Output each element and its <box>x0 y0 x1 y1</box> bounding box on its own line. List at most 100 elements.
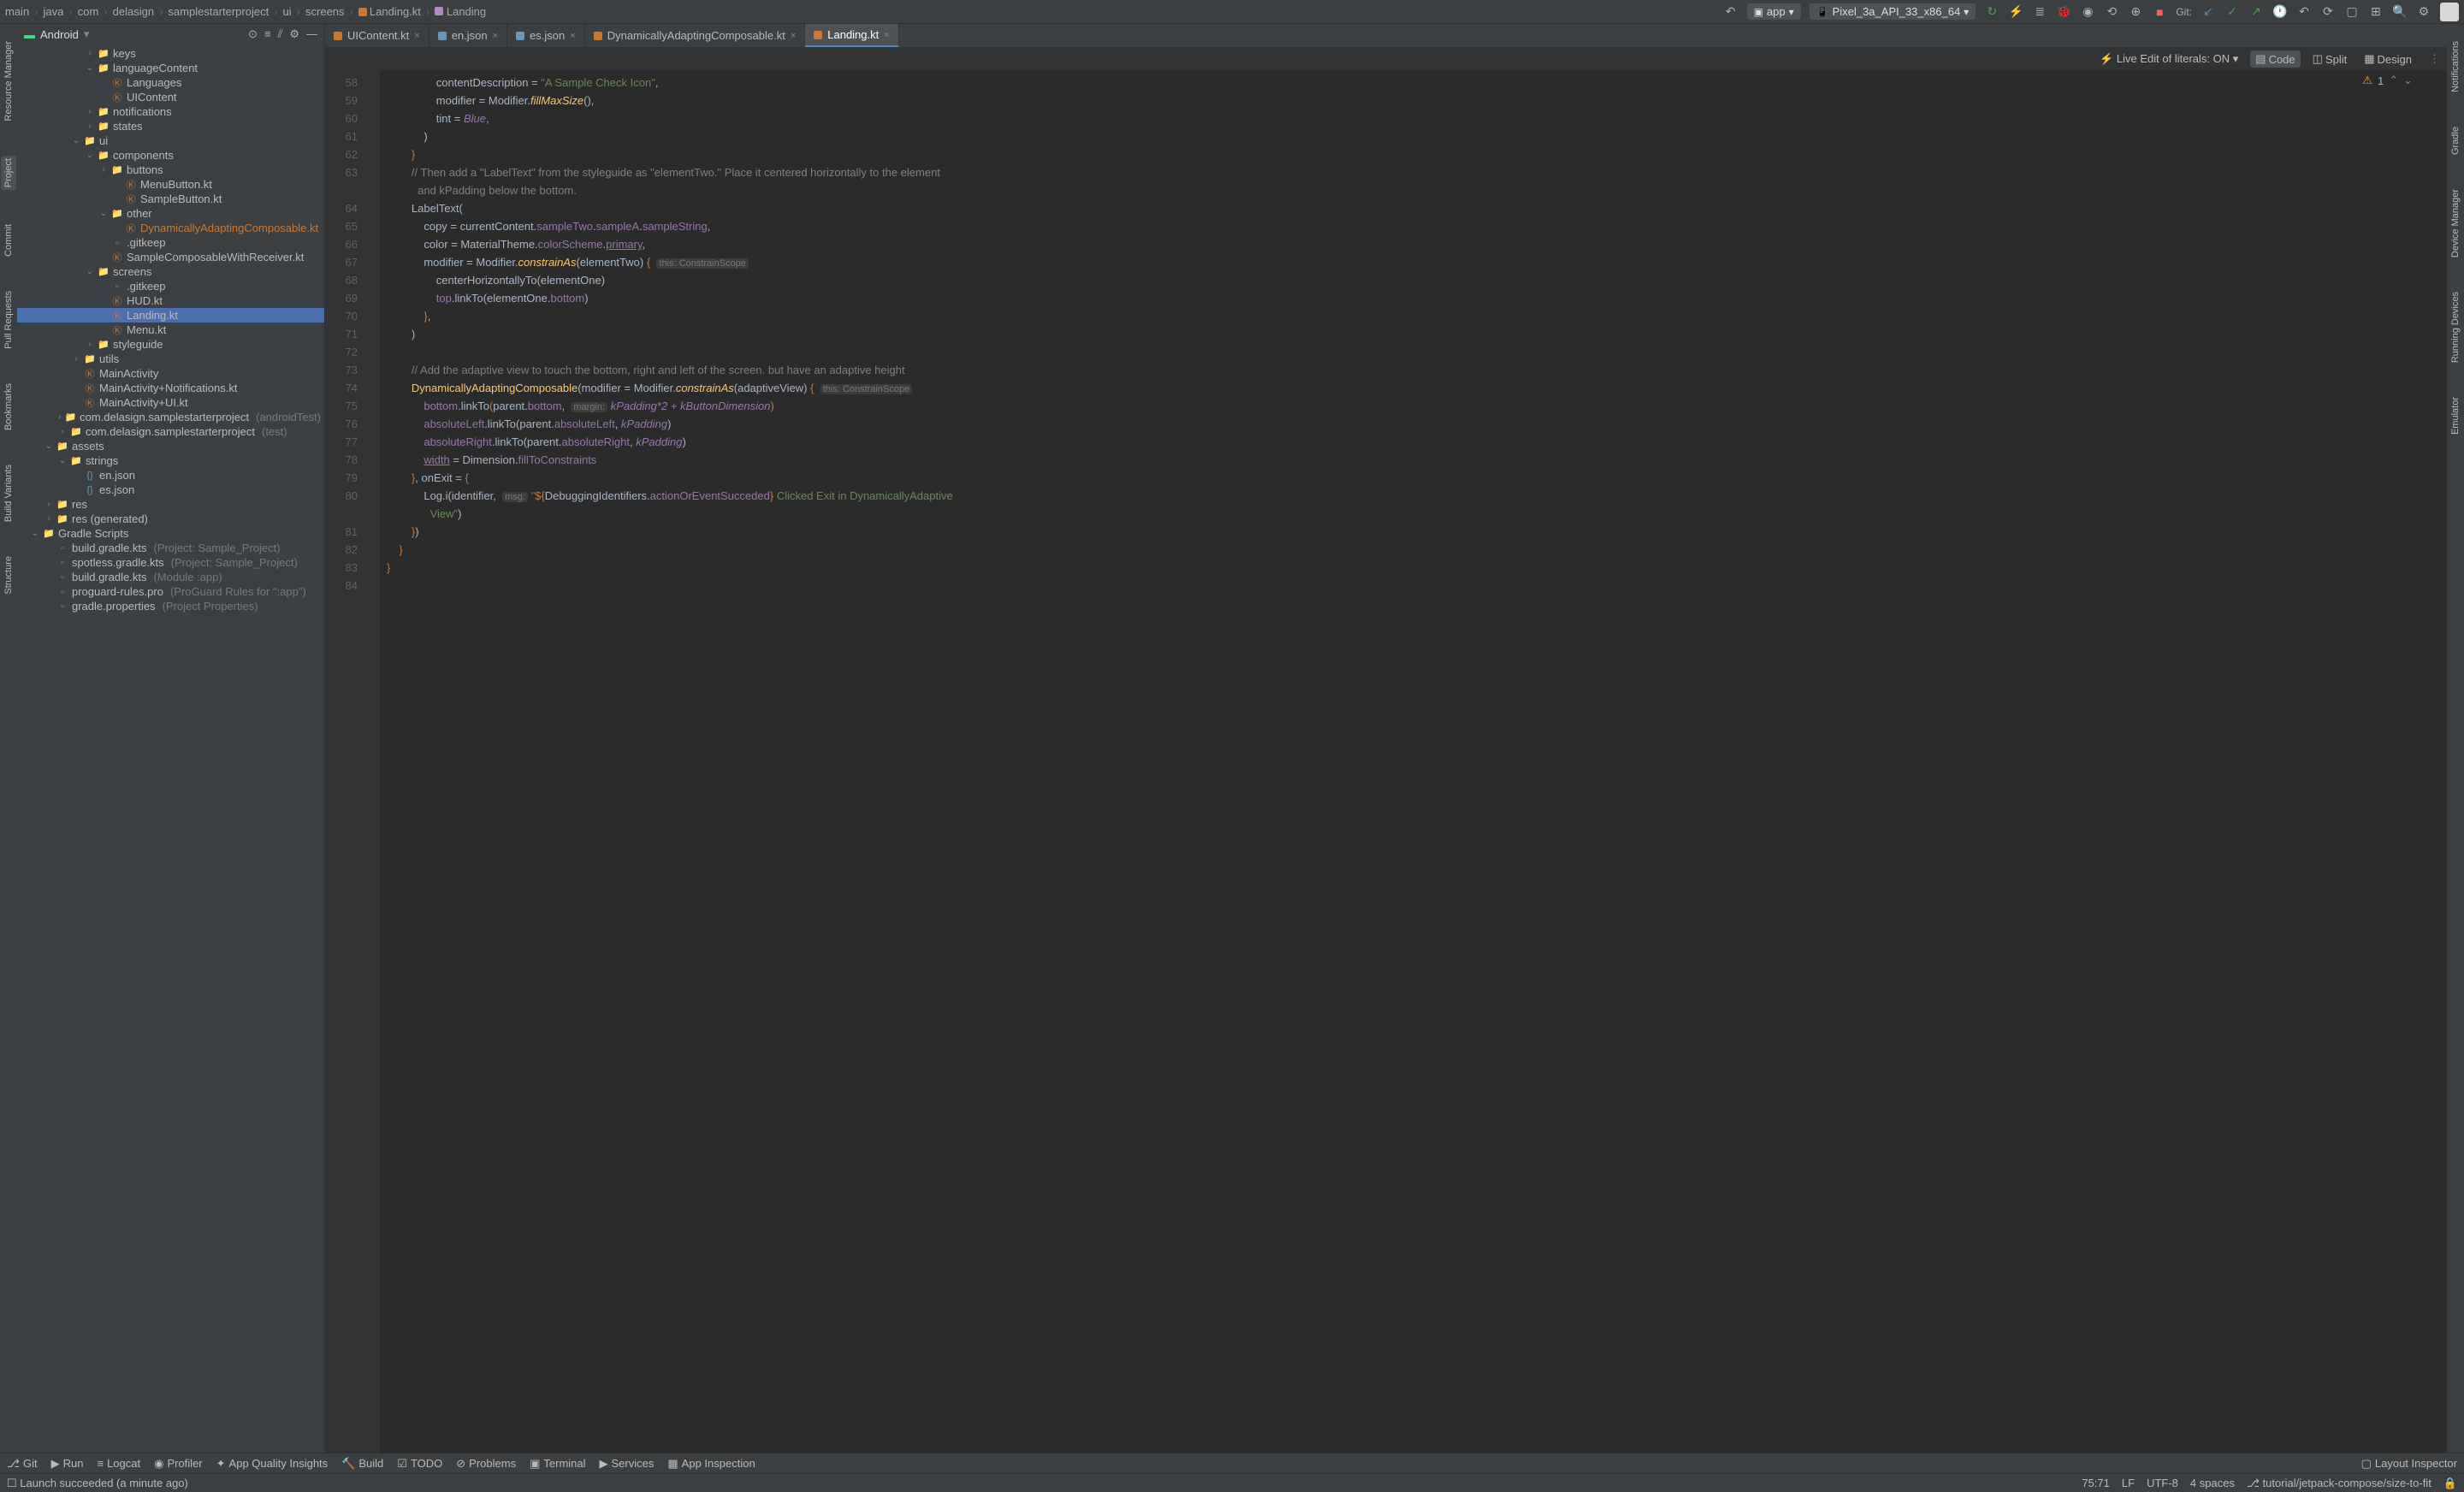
git-pull-icon[interactable]: ↙ <box>2200 4 2216 20</box>
expand-icon[interactable]: ≡ <box>264 27 271 41</box>
tree-item[interactable]: ›📁com.delasign.samplestarterproject(test… <box>17 424 324 439</box>
tree-item[interactable]: ⓀSampleComposableWithReceiver.kt <box>17 250 324 264</box>
code-editor[interactable]: ⚠ 1 ⌃ ⌄ 585960616263 6465666768697071727… <box>325 70 2447 1453</box>
view-split-button[interactable]: ◫ Split <box>2307 50 2353 68</box>
lock-icon[interactable]: 🔒 <box>2443 1477 2457 1490</box>
prev-warning-icon[interactable]: ⌃ <box>2389 74 2398 87</box>
tree-item[interactable]: ▫.gitkeep <box>17 235 324 250</box>
run-config-selector[interactable]: ▣ app ▾ <box>1747 3 1801 20</box>
minimize-icon[interactable]: — <box>306 27 317 41</box>
stop-button[interactable]: ■ <box>2152 4 2167 20</box>
tool-structure[interactable]: Structure <box>3 556 14 595</box>
run-button[interactable]: ↻ <box>1984 4 1999 20</box>
attach-icon[interactable]: ⟲ <box>2104 4 2119 20</box>
tab-app-quality[interactable]: ✦ App Quality Insights <box>216 1457 329 1471</box>
tree-item[interactable]: ▫spotless.gradle.kts(Project: Sample_Pro… <box>17 555 324 570</box>
avd-icon[interactable]: ▢ <box>2344 4 2360 20</box>
tree-item[interactable]: ▫proguard-rules.pro(ProGuard Rules for "… <box>17 584 324 599</box>
tab-terminal[interactable]: ▣ Terminal <box>530 1457 585 1471</box>
tab-problems[interactable]: ⊘ Problems <box>456 1457 516 1471</box>
tree-item[interactable]: ⓀMainActivity <box>17 366 324 381</box>
live-edit-toggle[interactable]: ⚡ Live Edit of literals: ON ▾ <box>2100 52 2238 66</box>
tree-item[interactable]: ⌄📁languageContent <box>17 61 324 75</box>
tab-services[interactable]: ▶ Services <box>600 1457 654 1471</box>
sync-icon[interactable]: ⟳ <box>2320 4 2336 20</box>
tool-build-variants[interactable]: Build Variants <box>3 465 14 522</box>
view-design-button[interactable]: ▦ Design <box>2359 50 2417 68</box>
close-tab-icon[interactable]: × <box>570 31 575 41</box>
undo-icon[interactable]: ↶ <box>2296 4 2312 20</box>
tree-item[interactable]: ›📁buttons <box>17 163 324 177</box>
tree-item[interactable]: ›📁styleguide <box>17 337 324 352</box>
tool-commit[interactable]: Commit <box>3 224 14 257</box>
tree-item[interactable]: ⌄📁screens <box>17 264 324 279</box>
debug-icon[interactable]: ≣ <box>2032 4 2047 20</box>
tree-item[interactable]: ⓀSampleButton.kt <box>17 192 324 206</box>
tab-layout-inspector[interactable]: ▢ Layout Inspector <box>2361 1457 2457 1471</box>
git-push-icon[interactable]: ↗ <box>2248 4 2264 20</box>
target-icon[interactable]: ⊙ <box>248 27 258 41</box>
tool-bookmarks[interactable]: Bookmarks <box>3 383 14 430</box>
profile-icon[interactable]: ◉ <box>2080 4 2095 20</box>
editor-tab[interactable]: Landing.kt× <box>805 24 898 47</box>
tree-item[interactable]: ›📁keys <box>17 46 324 61</box>
tree-item[interactable]: ›📁states <box>17 119 324 133</box>
editor-tab[interactable]: en.json× <box>429 24 507 47</box>
encoding[interactable]: UTF-8 <box>2147 1477 2178 1489</box>
back-icon[interactable]: ↶ <box>1723 4 1738 20</box>
tree-item[interactable]: ⓀUIContent <box>17 90 324 104</box>
tab-git[interactable]: ⎇ Git <box>7 1457 38 1471</box>
tool-device-manager[interactable]: Device Manager <box>2450 189 2461 258</box>
view-code-button[interactable]: ▤ Code <box>2250 50 2300 68</box>
dropdown-icon[interactable]: ▾ <box>84 27 90 41</box>
tree-item[interactable]: ⓀDynamicallyAdaptingComposable.kt <box>17 221 324 235</box>
tree-item[interactable]: ⓀMenu.kt <box>17 323 324 337</box>
project-tree[interactable]: ›📁keys⌄📁languageContentⓀLanguagesⓀUICont… <box>17 44 324 1453</box>
tab-todo[interactable]: ☑ TODO <box>397 1457 442 1471</box>
tool-running-devices[interactable]: Running Devices <box>2450 292 2461 363</box>
tool-project[interactable]: Project <box>1 156 16 190</box>
inspection-badge[interactable]: ⚠ 1 ⌃ ⌄ <box>2362 74 2413 87</box>
close-tab-icon[interactable]: × <box>791 31 796 41</box>
editor-tab[interactable]: es.json× <box>507 24 585 47</box>
tree-item[interactable]: ⓀMainActivity+UI.kt <box>17 395 324 410</box>
tree-item[interactable]: ⓀLanguages <box>17 75 324 90</box>
project-view-title[interactable]: Android <box>40 28 79 41</box>
tab-build[interactable]: 🔨 Build <box>341 1457 383 1471</box>
collapse-icon[interactable]: ⫽ <box>278 27 283 41</box>
tree-item[interactable]: ⓀHUD.kt <box>17 293 324 308</box>
tab-run[interactable]: ▶ Run <box>51 1457 84 1471</box>
close-tab-icon[interactable]: × <box>493 31 498 41</box>
tool-pull-requests[interactable]: Pull Requests <box>3 291 14 349</box>
git-commit-icon[interactable]: ✓ <box>2224 4 2240 20</box>
tree-item[interactable]: ⓀMainActivity+Notifications.kt <box>17 381 324 395</box>
tree-item[interactable]: ›📁res (generated) <box>17 512 324 526</box>
history-icon[interactable]: 🕐 <box>2272 4 2288 20</box>
tree-item[interactable]: ⓀLanding.kt <box>17 308 324 323</box>
tree-item[interactable]: ▫gradle.properties(Project Properties) <box>17 599 324 613</box>
line-ending[interactable]: LF <box>2122 1477 2135 1489</box>
tool-gradle[interactable]: Gradle <box>2450 127 2461 155</box>
tree-item[interactable]: ›📁res <box>17 497 324 512</box>
git-branch[interactable]: ⎇ tutorial/jetpack-compose/size-to-fit <box>2247 1477 2431 1490</box>
tree-item[interactable]: {}en.json <box>17 468 324 483</box>
tool-notifications[interactable]: Notifications <box>2450 41 2461 92</box>
coverage-icon[interactable]: 🐞 <box>2056 4 2071 20</box>
close-tab-icon[interactable]: × <box>414 31 419 41</box>
tree-item[interactable]: ⌄📁Gradle Scripts <box>17 526 324 541</box>
tab-app-inspection[interactable]: ▦ App Inspection <box>667 1457 755 1471</box>
code-content[interactable]: contentDescription = "A Sample Check Ico… <box>380 70 2447 1453</box>
tree-item[interactable]: ›📁notifications <box>17 104 324 119</box>
tree-item[interactable]: ›📁utils <box>17 352 324 366</box>
tree-item[interactable]: ▫.gitkeep <box>17 279 324 293</box>
next-warning-icon[interactable]: ⌄ <box>2403 74 2413 87</box>
fold-gutter[interactable] <box>368 70 380 1453</box>
editor-tab[interactable]: UIContent.kt× <box>325 24 429 47</box>
breadcrumb[interactable]: main› java› com› delasign› samplestarter… <box>5 5 486 18</box>
gear-icon[interactable]: ⚙ <box>289 27 299 41</box>
close-tab-icon[interactable]: × <box>884 30 889 40</box>
tree-item[interactable]: ▫build.gradle.kts(Module :app) <box>17 570 324 584</box>
more-icon[interactable]: ⊕ <box>2128 4 2143 20</box>
avatar[interactable] <box>2440 3 2459 21</box>
settings-icon[interactable]: ⚙ <box>2416 4 2431 20</box>
